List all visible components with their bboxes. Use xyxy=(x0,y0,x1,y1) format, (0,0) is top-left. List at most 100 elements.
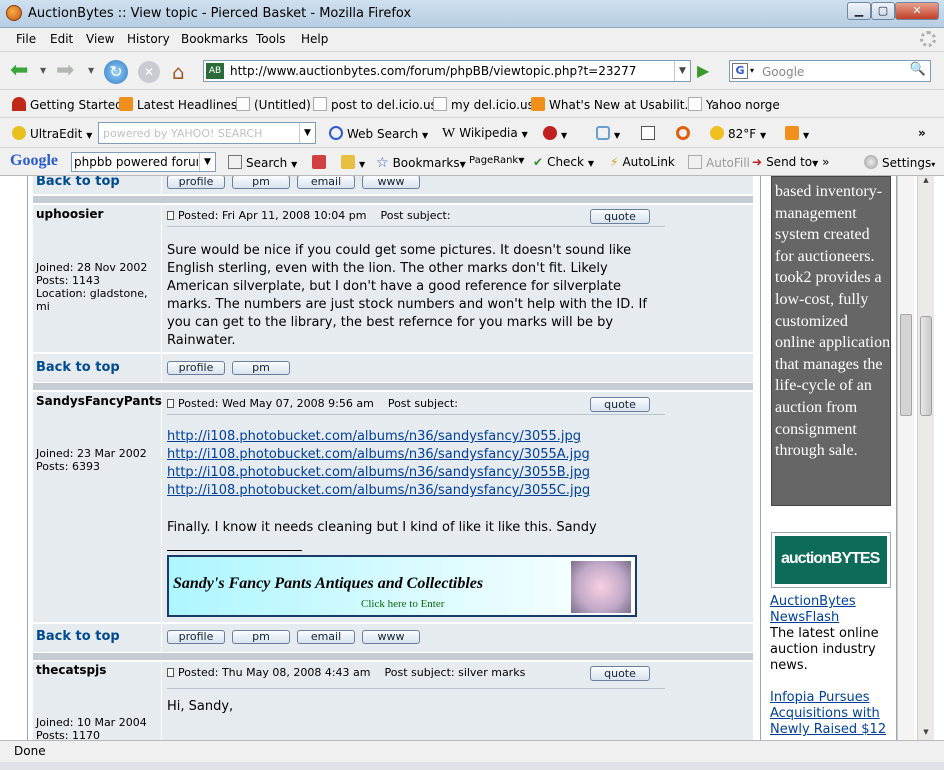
quote-button[interactable]: quote xyxy=(590,209,650,224)
back-to-top-link[interactable]: Back to top xyxy=(36,360,120,375)
minimize-button[interactable]: ▁ xyxy=(847,2,871,20)
tool-button[interactable]: ▼ xyxy=(596,126,620,141)
stop-icon[interactable]: ✕ xyxy=(138,61,160,83)
back-icon[interactable]: ⬅ xyxy=(10,60,38,84)
post-author[interactable]: uphoosier xyxy=(36,207,103,221)
bookmark-whats-new-usability[interactable]: What's New at Usabilit... xyxy=(531,97,696,112)
search-icon[interactable]: 🔍 xyxy=(908,62,928,80)
go-icon[interactable]: ▶ xyxy=(697,62,715,80)
bookmark-latest-headlines[interactable]: Latest Headlines xyxy=(119,97,237,112)
pm-button[interactable]: pm xyxy=(232,630,290,644)
yahoo-dropdown-icon[interactable]: ▼ xyxy=(299,123,315,143)
wikipedia-button[interactable]: W Wikipedia ▼ xyxy=(442,126,528,142)
vertical-scrollbar[interactable]: ▲ ▼ xyxy=(917,176,934,740)
menu-history[interactable]: History xyxy=(127,32,170,46)
quote-button[interactable]: quote xyxy=(590,666,650,681)
post-icon[interactable] xyxy=(167,668,174,677)
close-button[interactable]: ✕ xyxy=(895,2,939,20)
quote-button[interactable]: quote xyxy=(590,397,650,412)
target-button[interactable] xyxy=(676,126,694,141)
send-to-button[interactable]: ➜ Send to▼ » xyxy=(752,155,829,169)
feed-button[interactable]: ▼ xyxy=(785,126,809,141)
url-bar[interactable]: AB http://www.auctionbytes.com/forum/php… xyxy=(203,60,691,82)
www-button[interactable]: www xyxy=(362,176,420,189)
search-input[interactable]: Google xyxy=(762,65,804,79)
photo-link[interactable]: http://i108.photobucket.com/albums/n36/s… xyxy=(167,483,590,498)
www-button[interactable]: www xyxy=(362,630,420,644)
forward-icon[interactable]: ➡ xyxy=(56,60,84,84)
search-engine-dropdown-icon[interactable]: ▾ xyxy=(750,66,754,75)
autolink-button[interactable]: ⚡ AutoLink xyxy=(610,155,675,169)
bookmark-yahoo-norge[interactable]: Yahoo norge xyxy=(688,97,780,112)
spell-check-button[interactable]: ✔ Check ▼ xyxy=(533,155,594,169)
highlight-button[interactable] xyxy=(312,155,330,170)
menu-view[interactable]: View xyxy=(86,32,114,46)
chevron-right-icon[interactable]: » xyxy=(918,126,926,140)
autofill-button[interactable]: AutoFill xyxy=(688,155,750,170)
menu-edit[interactable]: Edit xyxy=(50,32,73,46)
post-divider xyxy=(167,688,665,689)
google-search-dropdown-icon[interactable]: ▼ xyxy=(199,153,215,171)
search-bar[interactable]: G ▾ Google 🔍 xyxy=(729,60,931,82)
sidebar-ad[interactable]: based inventory-management system create… xyxy=(771,176,891,506)
reload-icon[interactable]: ↻ xyxy=(104,60,128,84)
menu-file[interactable]: File xyxy=(16,32,36,46)
url-text[interactable]: http://www.auctionbytes.com/forum/phpBB/… xyxy=(230,64,636,78)
banner-enter-link[interactable]: Click here to Enter xyxy=(361,598,444,610)
blocker-button[interactable]: ▼ xyxy=(543,126,567,141)
scrollbar-thumb[interactable] xyxy=(920,316,932,416)
search-engine-icon[interactable]: G xyxy=(732,63,748,79)
news-story-link[interactable]: Infopia Pursues Acquisitions with Newly … xyxy=(770,690,890,738)
back-to-top-link[interactable]: Back to top xyxy=(36,629,120,644)
email-button[interactable]: email xyxy=(297,176,355,189)
google-search-button[interactable]: Search ▼ xyxy=(228,155,297,170)
scroll-up-icon[interactable]: ▲ xyxy=(918,176,934,188)
email-button[interactable]: email xyxy=(297,630,355,644)
photo-link[interactable]: http://i108.photobucket.com/albums/n36/s… xyxy=(167,429,581,444)
settings-button[interactable]: Settings▾ xyxy=(864,155,935,170)
row-separator xyxy=(33,383,753,390)
google-search-input[interactable]: phpbb powered forum ▼ xyxy=(71,152,216,172)
google-bookmarks-button[interactable]: ☆ Bookmarks▼ xyxy=(376,155,466,171)
pm-button[interactable]: pm xyxy=(232,361,290,375)
signature-banner[interactable]: Sandy's Fancy Pants Antiques and Collect… xyxy=(167,555,637,617)
forward-history-dropdown-icon[interactable]: ▼ xyxy=(88,66,94,75)
pagerank-indicator[interactable]: PageRank▼ xyxy=(469,155,524,166)
maximize-button[interactable]: ▢ xyxy=(871,2,895,20)
bookmark-post-to-delicious[interactable]: post to del.icio.us xyxy=(313,97,437,112)
post-icon[interactable] xyxy=(167,211,174,220)
weather-button[interactable]: 82°F ▼ xyxy=(710,126,766,141)
post-author[interactable]: SandysFancyPants xyxy=(36,394,162,408)
bookmark-untitled[interactable]: (Untitled) xyxy=(236,97,311,112)
post-author[interactable]: thecatspjs xyxy=(36,663,106,677)
photo-link[interactable]: http://i108.photobucket.com/albums/n36/s… xyxy=(167,465,590,480)
frame-scrollbar[interactable] xyxy=(897,176,914,740)
popup-blocker-button[interactable]: ▼ xyxy=(341,155,365,170)
target-icon xyxy=(676,126,690,140)
bookmark-getting-started[interactable]: Getting Started xyxy=(12,97,123,112)
photo-link[interactable]: http://i108.photobucket.com/albums/n36/s… xyxy=(167,447,590,462)
home-icon[interactable]: ⌂ xyxy=(172,60,196,84)
yahoo-search-input[interactable]: powered by YAHOO! SEARCH ▼ xyxy=(98,122,316,144)
url-dropdown-icon[interactable]: ▼ xyxy=(674,61,690,81)
menu-bookmarks[interactable]: Bookmarks xyxy=(181,32,248,46)
web-search-button[interactable]: Web Search ▼ xyxy=(329,126,428,141)
menu-help[interactable]: Help xyxy=(301,32,328,46)
pm-button[interactable]: pm xyxy=(232,176,290,189)
wikipedia-icon: W xyxy=(442,126,456,141)
google-logo[interactable]: Google xyxy=(10,152,58,170)
post-icon[interactable] xyxy=(167,399,174,408)
profile-button[interactable]: profile xyxy=(167,361,225,375)
auctionbytes-logo[interactable]: auctionBYTES xyxy=(771,532,891,588)
scroll-down-icon[interactable]: ▼ xyxy=(918,728,934,740)
profile-button[interactable]: profile xyxy=(167,630,225,644)
edit-button[interactable] xyxy=(641,126,659,141)
profile-button[interactable]: profile xyxy=(167,176,225,189)
newsflash-link[interactable]: AuctionBytes NewsFlash xyxy=(770,594,890,626)
frame-scrollbar-thumb[interactable] xyxy=(900,314,912,416)
back-history-dropdown-icon[interactable]: ▼ xyxy=(40,66,46,75)
back-to-top-link[interactable]: Back to top xyxy=(36,176,120,189)
ultraedit-button[interactable]: UltraEdit ▼ xyxy=(12,126,92,141)
bookmark-my-delicious[interactable]: my del.icio.us xyxy=(433,97,534,112)
menu-tools[interactable]: Tools xyxy=(256,32,286,46)
